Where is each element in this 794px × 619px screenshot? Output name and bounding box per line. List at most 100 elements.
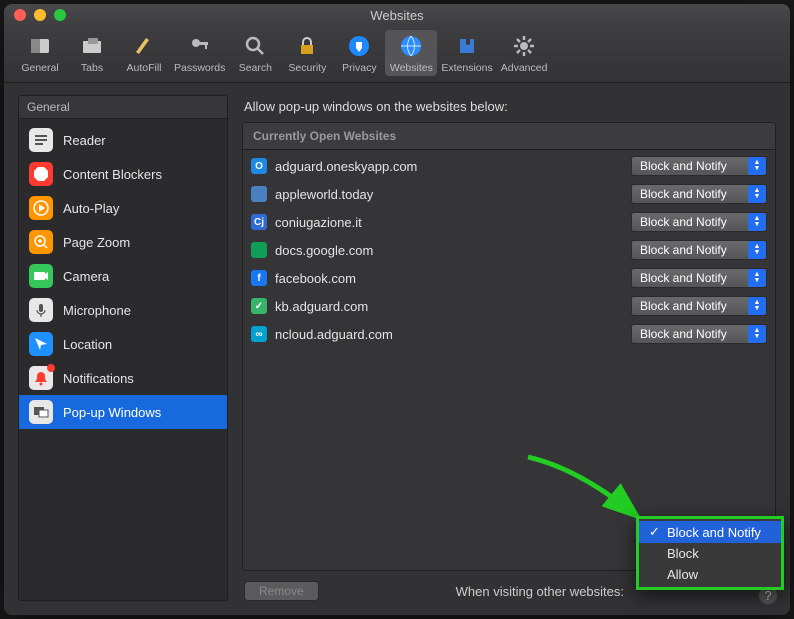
hand-icon: [345, 32, 373, 60]
site-setting-dropdown[interactable]: Block and Notify ▲▼: [631, 324, 767, 344]
zoom-icon[interactable]: [54, 9, 66, 21]
favicon-icon: ∞: [251, 326, 267, 342]
key-icon: [186, 32, 214, 60]
octagon-icon: [29, 162, 53, 186]
lock-icon: [293, 32, 321, 60]
toolbar-tabs[interactable]: Tabs: [66, 30, 118, 76]
toolbar-search[interactable]: Search: [229, 30, 281, 76]
sidebar-item-content-blockers[interactable]: Content Blockers: [19, 157, 227, 191]
site-cell: ✓ kb.adguard.com: [251, 298, 368, 314]
site-setting-dropdown[interactable]: Block and Notify ▲▼: [631, 268, 767, 288]
window-title: Websites: [4, 8, 790, 23]
toolbar-websites[interactable]: Websites: [385, 30, 437, 76]
titlebar[interactable]: Websites: [4, 4, 790, 26]
website-row[interactable]: docs.google.com Block and Notify ▲▼: [243, 236, 775, 264]
site-setting-dropdown[interactable]: Block and Notify ▲▼: [631, 240, 767, 260]
site-name: appleworld.today: [275, 187, 373, 202]
minimize-icon[interactable]: [34, 9, 46, 21]
toolbar-label: Tabs: [81, 62, 103, 74]
sidebar-item-auto-play[interactable]: Auto-Play: [19, 191, 227, 225]
popup-option-block-and-notify[interactable]: ✓Block and Notify: [639, 521, 781, 543]
site-name: facebook.com: [275, 271, 356, 286]
sidebar-item-reader[interactable]: Reader: [19, 123, 227, 157]
favicon-icon: [251, 242, 267, 258]
tabs-icon: [78, 32, 106, 60]
zoom-icon: [29, 230, 53, 254]
sidebar-item-label: Page Zoom: [63, 235, 130, 250]
popup-option-label: Allow: [667, 567, 698, 582]
chevron-updown-icon: ▲▼: [748, 213, 766, 231]
site-setting-dropdown[interactable]: Block and Notify ▲▼: [631, 156, 767, 176]
website-row[interactable]: ✓ kb.adguard.com Block and Notify ▲▼: [243, 292, 775, 320]
toolbar-passwords[interactable]: Passwords: [170, 30, 229, 76]
traffic-lights: [4, 9, 66, 21]
rows-container: O adguard.oneskyapp.com Block and Notify…: [243, 150, 775, 350]
website-row[interactable]: f facebook.com Block and Notify ▲▼: [243, 264, 775, 292]
popup-option-block[interactable]: Block: [639, 543, 781, 564]
site-setting-dropdown[interactable]: Block and Notify ▲▼: [631, 296, 767, 316]
dropdown-value: Block and Notify: [640, 187, 727, 201]
sidebar-item-label: Auto-Play: [63, 201, 119, 216]
site-setting-dropdown[interactable]: Block and Notify ▲▼: [631, 212, 767, 232]
popup-option-label: Block and Notify: [667, 525, 761, 540]
website-row[interactable]: O adguard.oneskyapp.com Block and Notify…: [243, 152, 775, 180]
website-row[interactable]: ∞ ncloud.adguard.com Block and Notify ▲▼: [243, 320, 775, 348]
site-cell: O adguard.oneskyapp.com: [251, 158, 417, 174]
toolbar-general[interactable]: General: [14, 30, 66, 76]
toolbar-advanced[interactable]: Advanced: [497, 30, 552, 76]
sidebar-item-label: Location: [63, 337, 112, 352]
site-setting-dropdown[interactable]: Block and Notify ▲▼: [631, 184, 767, 204]
toolbar-security[interactable]: Security: [281, 30, 333, 76]
sidebar-item-page-zoom[interactable]: Page Zoom: [19, 225, 227, 259]
sidebar-item-label: Notifications: [63, 371, 134, 386]
sidebar-item-notifications[interactable]: Notifications: [19, 361, 227, 395]
remove-button[interactable]: Remove: [244, 581, 319, 601]
pencil-icon: [130, 32, 158, 60]
toolbar-privacy[interactable]: Privacy: [333, 30, 385, 76]
globe-icon: [397, 32, 425, 60]
toolbar-label: Security: [288, 62, 326, 74]
toolbar-autofill[interactable]: AutoFill: [118, 30, 170, 76]
favicon-icon: ✓: [251, 298, 267, 314]
sidebar-item-location[interactable]: Location: [19, 327, 227, 361]
mic-icon: [29, 298, 53, 322]
other-websites-label: When visiting other websites:: [456, 584, 624, 599]
popup-icon: [29, 400, 53, 424]
website-row[interactable]: Cj coniugazione.it Block and Notify ▲▼: [243, 208, 775, 236]
chevron-updown-icon: ▲▼: [748, 241, 766, 259]
site-name: coniugazione.it: [275, 215, 362, 230]
arrow-icon: [29, 332, 53, 356]
dropdown-value: Block and Notify: [640, 215, 727, 229]
dropdown-value: Block and Notify: [640, 299, 727, 313]
site-name: docs.google.com: [275, 243, 373, 258]
favicon-icon: Cj: [251, 214, 267, 230]
sidebar-item-label: Reader: [63, 133, 106, 148]
chevron-updown-icon: ▲▼: [748, 325, 766, 343]
sidebar-item-microphone[interactable]: Microphone: [19, 293, 227, 327]
sidebar-item-camera[interactable]: Camera: [19, 259, 227, 293]
chevron-updown-icon: ▲▼: [748, 185, 766, 203]
popup-option-allow[interactable]: Allow: [639, 564, 781, 585]
camera-icon: [29, 264, 53, 288]
website-row[interactable]: appleworld.today Block and Notify ▲▼: [243, 180, 775, 208]
sidebar-item-label: Content Blockers: [63, 167, 162, 182]
sidebar-item-label: Camera: [63, 269, 109, 284]
sidebar: General ReaderContent BlockersAuto-PlayP…: [18, 95, 228, 601]
popup-option-label: Block: [667, 546, 699, 561]
sidebar-item-pop-up-windows[interactable]: Pop-up Windows: [19, 395, 227, 429]
chevron-updown-icon: ▲▼: [748, 269, 766, 287]
site-cell: appleworld.today: [251, 186, 373, 202]
sidebar-item-label: Microphone: [63, 303, 131, 318]
site-cell: ∞ ncloud.adguard.com: [251, 326, 393, 342]
favicon-icon: O: [251, 158, 267, 174]
toolbar-label: Advanced: [501, 62, 548, 74]
toolbar-label: General: [21, 62, 58, 74]
other-websites-dropdown-menu: ✓Block and Notify Block Allow: [636, 516, 784, 590]
close-icon[interactable]: [14, 9, 26, 21]
dropdown-value: Block and Notify: [640, 327, 727, 341]
toolbar-label: Websites: [390, 62, 433, 74]
toolbar-extensions[interactable]: Extensions: [437, 30, 496, 76]
favicon-icon: [251, 186, 267, 202]
site-cell: Cj coniugazione.it: [251, 214, 362, 230]
favicon-icon: f: [251, 270, 267, 286]
